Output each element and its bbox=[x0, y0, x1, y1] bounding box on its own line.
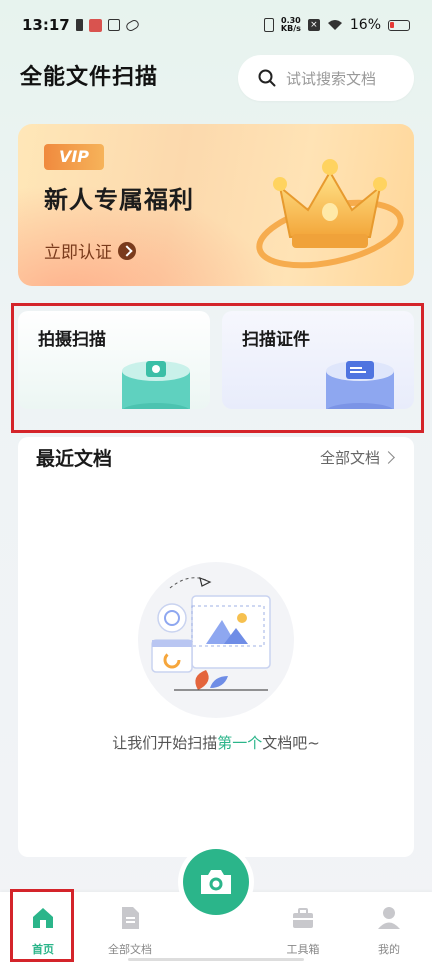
battery-mini-icon bbox=[75, 19, 83, 31]
nav-all-docs-label: 全部文档 bbox=[108, 943, 152, 956]
vip-banner[interactable]: VIP 新人专属福利 立即认证 bbox=[18, 124, 414, 286]
sim-x-icon: × bbox=[307, 19, 320, 31]
verify-now-link[interactable]: 立即认证 bbox=[44, 238, 136, 263]
app-title: 全能文件扫描 bbox=[20, 65, 159, 90]
nav-me[interactable]: 我的 bbox=[349, 904, 429, 957]
status-left: 13:17 bbox=[22, 16, 141, 34]
status-right: 0.30 KB/s × 16% bbox=[263, 17, 410, 33]
verify-now-label: 立即认证 bbox=[44, 243, 112, 263]
status-time: 13:17 bbox=[22, 16, 70, 34]
nav-toolbox-label: 工具箱 bbox=[286, 943, 320, 956]
search-icon bbox=[258, 69, 276, 87]
all-docs-label: 全部文档 bbox=[320, 449, 381, 467]
vibrate-icon bbox=[263, 18, 274, 32]
crown-illustration bbox=[256, 159, 404, 269]
notification-box-icon bbox=[107, 19, 120, 31]
document-icon bbox=[122, 907, 139, 929]
banner-title: 新人专属福利 bbox=[44, 186, 194, 214]
wifi-icon bbox=[327, 20, 342, 30]
arrow-right-icon bbox=[118, 241, 136, 260]
home-indicator bbox=[128, 958, 304, 961]
vip-badge: VIP bbox=[44, 144, 104, 170]
camera-icon bbox=[201, 870, 231, 894]
empty-text-after: 文档吧~ bbox=[262, 734, 320, 752]
net-speed: 0.30 KB/s bbox=[281, 17, 301, 33]
actions-highlight-box bbox=[11, 303, 424, 433]
nav-me-label: 我的 bbox=[378, 943, 400, 956]
search-input[interactable]: 试试搜索文档 bbox=[238, 55, 414, 101]
empty-text-before: 让我们开始扫描 bbox=[112, 734, 218, 752]
camera-capture-button[interactable] bbox=[183, 849, 249, 915]
status-bar: 13:17 0.30 KB/s × 16% bbox=[0, 0, 432, 50]
battery-percent: 16% bbox=[349, 17, 381, 33]
home-highlight-box bbox=[10, 889, 74, 962]
nav-all-docs[interactable]: 全部文档 bbox=[90, 904, 170, 957]
app-notification-icon bbox=[88, 18, 102, 32]
recent-docs-title: 最近文档 bbox=[36, 448, 113, 470]
all-docs-link[interactable]: 全部文档 bbox=[320, 447, 395, 468]
chevron-right-icon bbox=[382, 451, 395, 464]
user-icon bbox=[378, 907, 400, 929]
nav-toolbox[interactable]: 工具箱 bbox=[263, 904, 343, 957]
battery-icon bbox=[388, 19, 410, 31]
empty-text-highlight: 第一个 bbox=[217, 734, 263, 752]
search-placeholder: 试试搜索文档 bbox=[286, 69, 377, 88]
toolbox-icon bbox=[293, 908, 313, 928]
empty-docs-message: 让我们开始扫描第一个文档吧~ bbox=[0, 732, 432, 753]
net-speed-unit: KB/s bbox=[280, 24, 301, 33]
empty-docs-illustration bbox=[138, 562, 294, 718]
link-icon bbox=[124, 17, 141, 33]
